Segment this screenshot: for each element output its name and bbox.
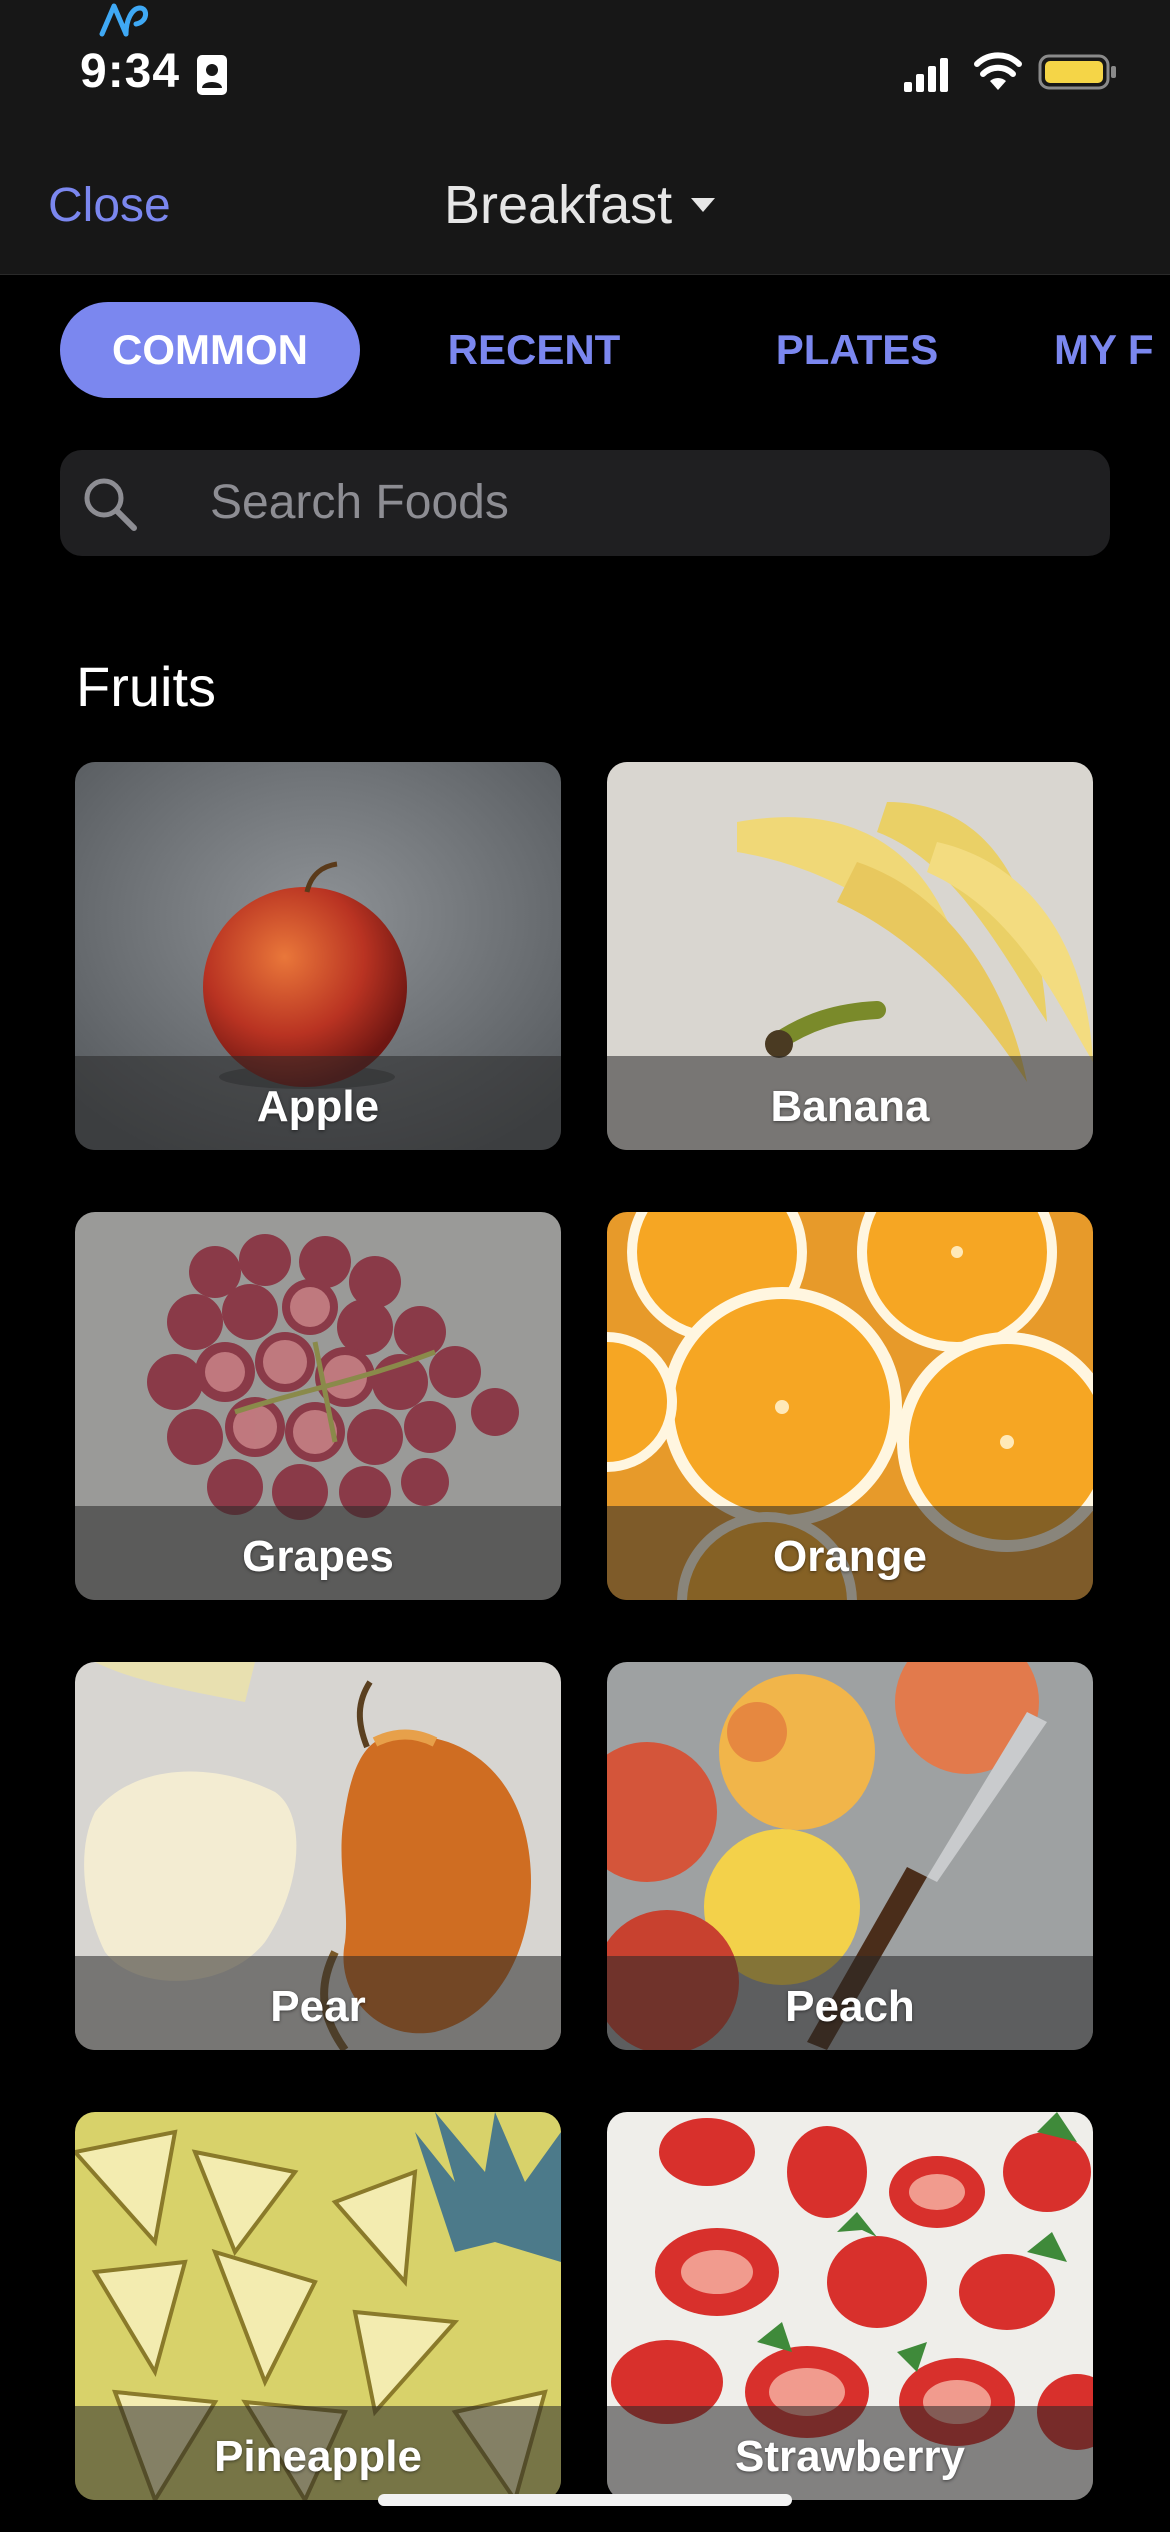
search-input[interactable]: Search Foods bbox=[210, 450, 1090, 556]
food-name: Apple bbox=[256, 1082, 380, 1131]
food-card-pineapple[interactable]: Pineapple bbox=[75, 2112, 561, 2500]
nav-bar: Close Breakfast bbox=[0, 140, 1170, 274]
tab-common[interactable]: COMMON bbox=[60, 302, 360, 398]
tab-plates[interactable]: PLATES bbox=[762, 302, 952, 398]
id-card-icon bbox=[197, 55, 227, 95]
search-icon bbox=[84, 478, 137, 531]
meal-selector[interactable]: Breakfast bbox=[444, 174, 716, 236]
header: 9:34 Close Breakfast bbox=[0, 0, 1170, 275]
close-button[interactable]: Close bbox=[48, 178, 171, 233]
food-card-orange[interactable]: Orange bbox=[607, 1212, 1093, 1600]
home-indicator[interactable] bbox=[378, 2494, 792, 2506]
status-time: 9:34 bbox=[80, 45, 181, 98]
signal-icon bbox=[904, 58, 948, 92]
food-card-peach[interactable]: Peach bbox=[607, 1662, 1093, 2050]
food-name: Pear bbox=[270, 1982, 366, 2031]
battery-icon bbox=[1038, 54, 1116, 90]
food-name: Strawberry bbox=[735, 2432, 965, 2481]
category-tabs: COMMON RECENT PLATES MY F bbox=[0, 302, 1170, 398]
food-card-pear[interactable]: Pear bbox=[75, 1662, 561, 2050]
food-card-banana[interactable]: Banana bbox=[607, 762, 1093, 1150]
food-name: Orange bbox=[772, 1532, 928, 1581]
food-card-apple[interactable]: Apple bbox=[75, 762, 561, 1150]
food-name: Banana bbox=[770, 1082, 930, 1131]
food-name: Peach bbox=[785, 1982, 915, 2031]
app-logo-icon bbox=[99, 3, 148, 37]
status-bar: 9:34 bbox=[0, 0, 1170, 140]
tab-my-foods[interactable]: MY F bbox=[1054, 302, 1170, 398]
food-name: Pineapple bbox=[214, 2432, 422, 2481]
wifi-icon bbox=[974, 52, 1022, 90]
search-box[interactable]: Search Foods bbox=[60, 450, 1110, 556]
meal-title: Breakfast bbox=[444, 175, 673, 235]
food-card-strawberry[interactable]: Strawberry bbox=[607, 2112, 1093, 2500]
tab-recent[interactable]: RECENT bbox=[434, 302, 634, 398]
section-title: Fruits bbox=[76, 655, 216, 718]
food-name: Grapes bbox=[242, 1532, 394, 1581]
chevron-down-icon bbox=[691, 198, 716, 212]
food-card-grapes[interactable]: Grapes bbox=[75, 1212, 561, 1600]
